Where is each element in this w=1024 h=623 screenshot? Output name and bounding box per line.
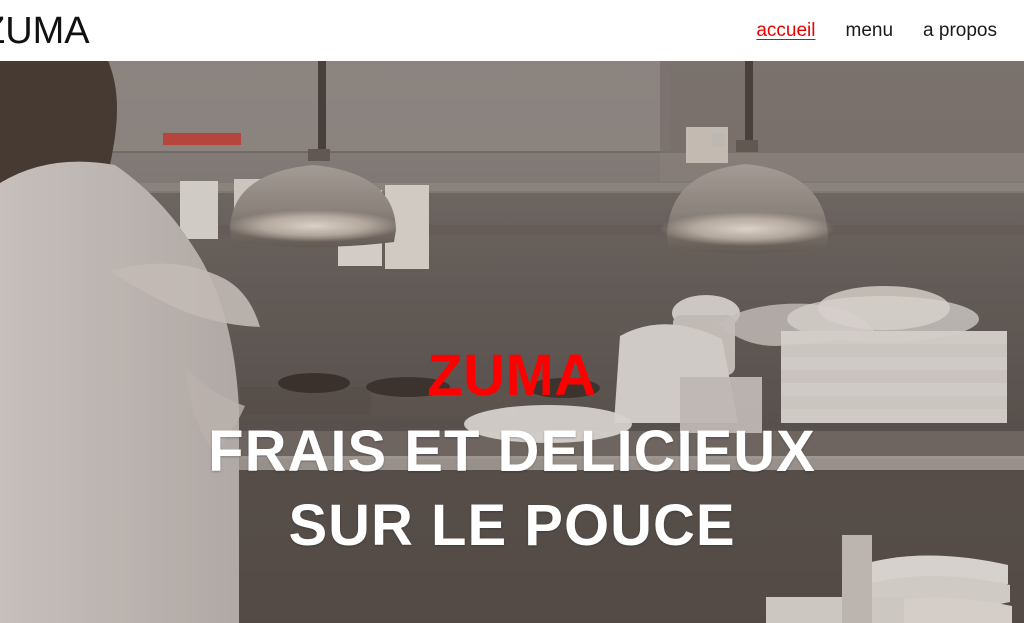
nav-link-a-propos[interactable]: a propos bbox=[923, 20, 997, 42]
nav-link-accueil[interactable]: accueil bbox=[756, 20, 815, 42]
hero-title: ZUMA bbox=[427, 343, 597, 408]
nav-link-menu[interactable]: menu bbox=[846, 20, 894, 42]
hero-banner: ZUMA FRAIS ET DELICIEUX SUR LE POUCE bbox=[0, 61, 1024, 623]
site-logo[interactable]: ZUMA bbox=[0, 10, 90, 52]
main-navigation: accueil menu a propos bbox=[756, 20, 997, 42]
hero-tagline-line-1: FRAIS ET DELICIEUX bbox=[208, 419, 816, 484]
hero-copy: ZUMA FRAIS ET DELICIEUX SUR LE POUCE bbox=[0, 346, 1024, 558]
hero-tagline-line-2: SUR LE POUCE bbox=[288, 493, 736, 558]
top-navigation-bar: ZUMA accueil menu a propos bbox=[0, 0, 1024, 61]
